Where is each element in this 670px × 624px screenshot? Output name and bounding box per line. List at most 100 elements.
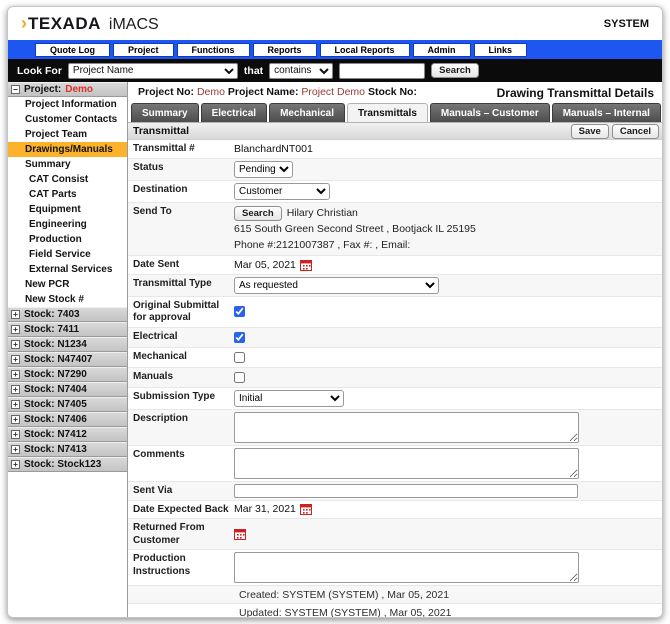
expand-icon[interactable]: + [11,340,20,349]
main-panel: Project No: Demo Project Name: Project D… [128,82,662,617]
transmittal-type-select[interactable]: As requested [234,277,439,294]
main-nav: Quote Log Project Functions Reports Loca… [8,40,662,59]
comments-textarea[interactable] [234,448,579,479]
look-for-field-select[interactable]: Project Name [68,63,238,79]
comments-label: Comments [128,446,234,481]
stock-label: Stock: N7413 [24,444,87,455]
electrical-label: Electrical [128,328,234,347]
tab-manuals-customer[interactable]: Manuals – Customer [430,103,550,122]
production-instructions-label: Production Instructions [128,550,234,585]
expand-icon[interactable]: + [11,385,20,394]
sidebar-stock-n7406[interactable]: + Stock: N7406 [8,412,127,427]
cancel-button[interactable]: Cancel [612,124,659,139]
sidebar-stock-7411[interactable]: +Stock: 7411 [8,322,127,337]
breadcrumb-project-name: Project Demo [301,86,365,98]
tab-electrical[interactable]: Electrical [201,103,267,122]
destination-select[interactable]: Customer [234,183,330,200]
texada-logo: › TEXADA iMACS [21,13,159,34]
sidebar-item-equipment[interactable]: Equipment [8,202,127,217]
sidebar-item-new-pcr[interactable]: New PCR [8,277,127,292]
expand-icon[interactable]: + [11,355,20,364]
sidebar-item-summary[interactable]: Summary [8,157,127,172]
send-to-address: 615 South Green Second Street , Bootjack… [234,222,476,237]
collapse-icon[interactable]: − [11,85,20,94]
breadcrumb-project-no: Demo [197,86,225,98]
operator-select[interactable]: contains [269,63,333,79]
expand-icon[interactable]: + [11,310,20,319]
sidebar-item-field-service[interactable]: Field Service [8,247,127,262]
sidebar-item-cat-consist[interactable]: CAT Consist [8,172,127,187]
sidebar-stock-n7404[interactable]: + Stock: N7404 [8,382,127,397]
nav-project[interactable]: Project [113,43,174,57]
sidebar-stock-n7405[interactable]: +Stock: N7405 [8,397,127,412]
expand-icon[interactable]: + [11,445,20,454]
lookup-search-button[interactable]: Search [431,63,479,78]
tab-transmittals[interactable]: Transmittals [347,103,428,122]
app-window: › TEXADA iMACS SYSTEM Quote Log Project … [7,6,663,618]
page-title: Drawing Transmittal Details [497,86,654,100]
manuals-checkbox[interactable] [234,372,245,383]
nav-reports[interactable]: Reports [253,43,317,57]
save-button[interactable]: Save [571,124,609,139]
expand-icon[interactable]: + [11,400,20,409]
nav-local-reports[interactable]: Local Reports [320,43,410,57]
transmittal-section-header: Transmittal Save Cancel [128,122,662,140]
calendar-icon[interactable] [300,259,312,271]
original-submittal-checkbox[interactable] [234,306,245,317]
sidebar-item-drawings-manuals[interactable]: Drawings/Manuals [8,142,127,157]
sidebar-stock-n1234[interactable]: +Stock: N1234 [8,337,127,352]
sidebar-stock-stock123[interactable]: +Stock: Stock123 [8,457,127,472]
expand-icon[interactable]: + [11,430,20,439]
submission-type-label: Submission Type [128,388,234,409]
expand-icon[interactable]: + [11,415,20,424]
sidebar-item-project-team[interactable]: Project Team [8,127,127,142]
stock-label: Stock: 7403 [24,309,80,320]
lookup-query-input[interactable] [339,63,425,79]
mechanical-checkbox[interactable] [234,352,245,363]
returned-from-customer-label: Returned From Customer [128,519,234,549]
tab-manuals-internal[interactable]: Manuals – Internal [552,103,661,122]
sidebar-item-customer-contacts[interactable]: Customer Contacts [8,112,127,127]
nav-links[interactable]: Links [474,43,528,57]
sidebar-stock-n7412[interactable]: + Stock: N7412 [8,427,127,442]
date-sent-label: Date Sent [128,256,234,274]
sidebar-item-project-information[interactable]: Project Information [8,97,127,112]
tab-summary[interactable]: Summary [131,103,199,122]
sidebar-stock-n47407[interactable]: + Stock: N47407 [8,352,127,367]
stock-label: Stock: N7406 [24,414,87,425]
send-to-search-button[interactable]: Search [234,206,282,221]
calendar-icon[interactable] [300,503,312,515]
production-instructions-textarea[interactable] [234,552,579,583]
logo-texada-text: TEXADA [28,14,101,34]
send-to-name: Hilary Christian [287,206,358,221]
sent-via-input[interactable] [234,484,578,498]
app-header: › TEXADA iMACS SYSTEM [8,7,662,40]
expand-icon[interactable]: + [11,370,20,379]
sidebar-project-header[interactable]: − Project: Demo [8,82,127,97]
sidebar-item-new-stock[interactable]: New Stock # [8,292,127,307]
stock-label: Stock: N7404 [24,384,87,395]
nav-quote-log[interactable]: Quote Log [35,43,110,57]
description-textarea[interactable] [234,412,579,443]
stock-label: Stock: N7412 [24,429,87,440]
sidebar-stock-n7413[interactable]: + Stock: N7413 [8,442,127,457]
tab-mechanical[interactable]: Mechanical [269,103,345,122]
status-select[interactable]: Pending [234,161,293,178]
sidebar-stock-7403[interactable]: + Stock: 7403 [8,307,127,322]
nav-functions[interactable]: Functions [177,43,250,57]
sidebar-item-external-services[interactable]: External Services [8,262,127,277]
sidebar-stock-n7290[interactable]: +Stock: N7290 [8,367,127,382]
sidebar-item-production[interactable]: Production [8,232,127,247]
sidebar-item-engineering[interactable]: Engineering [8,217,127,232]
stock-label: Stock: N47407 [24,354,92,365]
expand-icon[interactable]: + [11,325,20,334]
updated-info: Updated: SYSTEM (SYSTEM) , Mar 05, 2021 [128,604,451,618]
sidebar-item-cat-parts[interactable]: CAT Parts [8,187,127,202]
transmittal-type-label: Transmittal Type [128,275,234,296]
manuals-label: Manuals [128,368,234,387]
calendar-icon[interactable] [234,528,246,540]
submission-type-select[interactable]: Initial [234,390,344,407]
electrical-checkbox[interactable] [234,332,245,343]
expand-icon[interactable]: + [11,460,20,469]
nav-admin[interactable]: Admin [413,43,471,57]
